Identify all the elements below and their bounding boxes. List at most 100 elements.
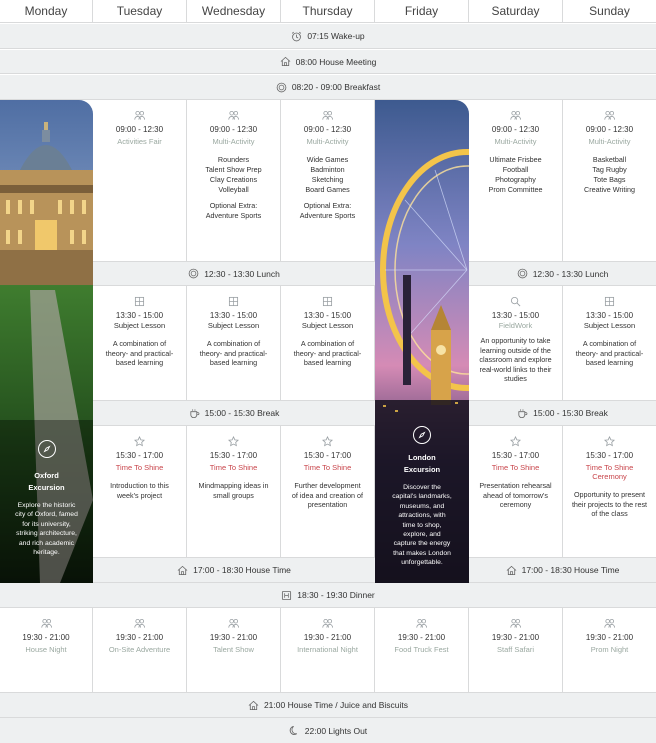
cell-thursday-afternoon[interactable]: 13:30 - 15:00 Subject Lesson A combinati… [281,286,375,401]
people-icon [41,618,52,629]
optional-extra-value: Adventure Sports [205,211,262,220]
cell-title: Time To Shine [209,463,258,472]
activity-item: Clay Creations [209,175,258,184]
description-line: based learning [585,358,634,367]
optional-extra: Optional Extra: Adventure Sports [187,201,280,221]
star-icon [604,436,615,447]
day-header-wednesday: Wednesday [187,0,281,23]
description-line: striking architecture, [16,530,77,538]
day-header-sunday: Sunday [563,0,656,23]
cell-title: Time To Shine [303,463,352,472]
cell-time: 15:30 - 17:00 [115,451,164,460]
description-line: theory- and practical- [199,348,268,358]
description-line: unforgettable. [401,559,443,567]
description-line: Discover the [403,484,441,491]
cell-time: 19:30 - 21:00 [585,633,634,642]
cell-description: A combination of theory- and practical- … [281,339,374,368]
cell-tuesday-evening[interactable]: 19:30 - 21:00 On-Site Adventure [93,608,187,693]
cell-time: 09:00 - 12:30 [209,125,258,134]
cell-tuesday-late[interactable]: 15:30 - 17:00 Time To Shine Introduction… [93,426,187,558]
description-line: small groups [213,490,254,500]
london-excursion-panel[interactable]: London Excursion Discover the capital's … [375,100,469,583]
band-break-weekend-label: 15:00 - 15:30 Break [533,408,608,418]
compass-icon [37,440,56,458]
london-title-line: London [408,453,436,462]
cell-tuesday-morning[interactable]: 09:00 - 12:30 Activities Fair [93,100,187,262]
optional-extra-value: Adventure Sports [299,211,356,220]
description-line: heritage. [33,549,60,557]
cell-description: A combination of theory- and practical- … [187,339,280,368]
description-line: Introduction to this [110,481,169,490]
cell-wednesday-late[interactable]: 15:30 - 17:00 Time To Shine Mindmapping … [187,426,281,558]
activity-list: Wide Games Badminton Sketching Board Gam… [281,155,374,195]
band-house-meeting: 08:00 House Meeting [0,50,656,74]
cell-sunday-evening[interactable]: 19:30 - 21:00 Prom Night [563,608,656,693]
band-house-time: 17:00 - 18:30 House Time [93,558,375,583]
london-title-line: Excursion [403,465,441,474]
cell-time: 15:30 - 17:00 [209,451,258,460]
band-house-meeting-label: 08:00 House Meeting [295,56,377,67]
cell-monday-evening[interactable]: 19:30 - 21:00 House Night [0,608,93,693]
cell-time: 13:30 - 15:00 [491,311,540,320]
day-header-thursday: Thursday [281,0,375,23]
day-header-tuesday: Tuesday [93,0,187,23]
description-line: museums, and [399,502,445,510]
cell-description: Further development of idea and creation… [281,481,374,510]
cell-title: Subject Lesson [301,321,354,330]
activity-list: Basketball Tag Rugby Tote Bags Creative … [563,155,656,195]
house-icon [506,565,517,576]
oxford-excursion-panel[interactable]: Oxford Excursion Explore the historic ci… [0,100,93,583]
cell-thursday-late[interactable]: 15:30 - 17:00 Time To Shine Further deve… [281,426,375,558]
cell-thursday-evening[interactable]: 19:30 - 21:00 International Night [281,608,375,693]
description-line: A combination of [582,339,637,348]
cell-sunday-morning[interactable]: 09:00 - 12:30 Multi-Activity Basketball … [563,100,656,262]
plate-icon [188,268,199,279]
description-line: presentation [307,500,348,509]
cell-time: 13:30 - 15:00 [303,311,352,320]
description-line: their projects to the rest [571,499,648,509]
cell-sunday-late[interactable]: 15:30 - 17:00 Time To Shine Ceremony Opp… [563,426,656,558]
cell-wednesday-afternoon[interactable]: 13:30 - 15:00 Subject Lesson A combinati… [187,286,281,401]
london-description: Discover the capital's landmarks, museum… [386,483,457,568]
band-dinner-label: 18:30 - 19:30 Dinner [297,590,375,600]
people-icon [510,110,521,121]
cell-title: Multi-Activity [212,137,255,146]
cell-sunday-afternoon[interactable]: 13:30 - 15:00 Subject Lesson A combinati… [563,286,656,401]
people-icon [322,110,333,121]
cell-wednesday-morning[interactable]: 09:00 - 12:30 Multi-Activity Rounders Ta… [187,100,281,262]
description-line: Presentation rehearsal [479,481,552,490]
cell-title: International Night [297,645,358,654]
cell-time: 09:00 - 12:30 [585,125,634,134]
cell-time: 19:30 - 21:00 [303,633,352,642]
cell-saturday-late[interactable]: 15:30 - 17:00 Time To Shine Presentation… [469,426,563,558]
book-icon [322,296,333,307]
cell-time: 19:30 - 21:00 [115,633,164,642]
cell-thursday-morning[interactable]: 09:00 - 12:30 Multi-Activity Wide Games … [281,100,375,262]
cell-saturday-afternoon[interactable]: 13:30 - 15:00 FieldWork An opportunity t… [469,286,563,401]
oxford-title-line: Oxford [34,471,59,480]
description-line: based learning [115,358,164,367]
cell-description: A combination of theory- and practical- … [563,339,656,368]
cell-wednesday-evening[interactable]: 19:30 - 21:00 Talent Show [187,608,281,693]
description-line: ahead of tomorrow's [483,490,548,500]
optional-extra-label: Optional Extra: [303,201,352,210]
cell-tuesday-afternoon[interactable]: 13:30 - 15:00 Subject Lesson A combinati… [93,286,187,401]
activity-item: Football [502,165,529,174]
cell-title: Time To Shine [115,463,164,472]
cell-time: 13:30 - 15:00 [209,311,258,320]
cell-title: Multi-Activity [306,137,349,146]
cell-title: Activities Fair [117,137,162,146]
cell-title: Multi-Activity [494,137,537,146]
people-icon [510,618,521,629]
cell-time: 19:30 - 21:00 [22,633,70,642]
cell-title: Subject Lesson [207,321,260,330]
activity-item: Tag Rugby [592,165,627,174]
cell-saturday-evening[interactable]: 19:30 - 21:00 Staff Safari [469,608,563,693]
description-line: theory- and practical- [293,348,362,358]
cell-title: FieldWork [498,321,533,330]
cell-saturday-morning[interactable]: 09:00 - 12:30 Multi-Activity Ultimate Fr… [469,100,563,262]
house-icon [248,700,259,711]
description-line: A combination of [112,339,167,348]
band-lights-out-label: 22:00 Lights Out [304,725,368,736]
cell-friday-evening[interactable]: 19:30 - 21:00 Food Truck Fest [375,608,469,693]
